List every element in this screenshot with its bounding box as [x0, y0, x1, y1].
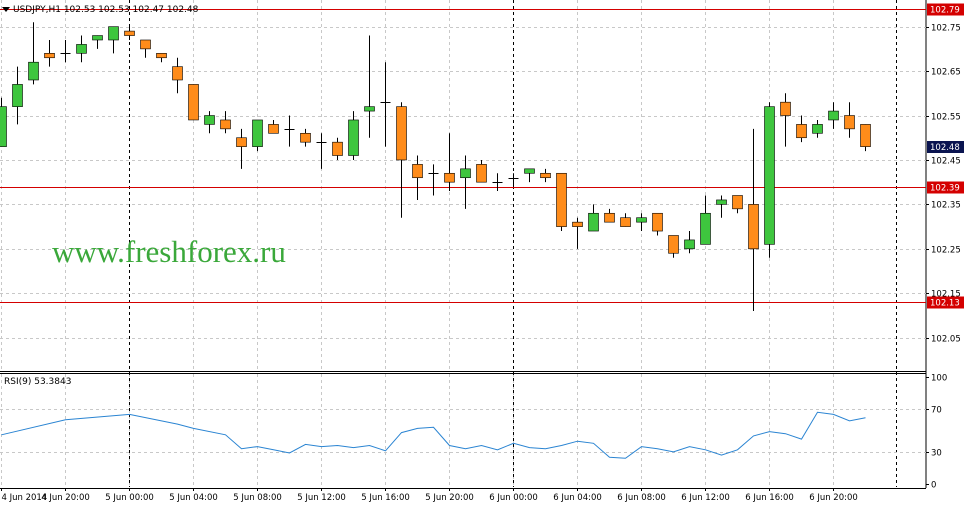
price-tick-label: 102.15 — [931, 290, 961, 300]
candle-body-bear — [652, 212, 663, 232]
price-pane[interactable] — [0, 0, 926, 371]
candle-body-bull — [716, 199, 727, 205]
candle-body-bear — [220, 119, 231, 130]
rsi-tick-label: 0 — [931, 481, 936, 491]
candle-body-bull — [588, 212, 599, 232]
time-tick-label: 5 Jun 04:00 — [169, 493, 218, 503]
price-tick-label: 102.55 — [931, 113, 961, 123]
candle-body-bear — [780, 101, 791, 116]
candle-body-bull — [12, 84, 23, 107]
candle-body-bear — [748, 204, 759, 250]
current-price-label: 102.48 — [930, 143, 960, 153]
price-tick-label: 102.45 — [931, 157, 961, 167]
candle-body-bear — [396, 106, 407, 161]
candle-body-bull — [0, 106, 7, 147]
price-chart[interactable]: www.freshforex.ru 102.79 102.39 102.13 102… — [0, 0, 967, 507]
candle-body-bear — [156, 53, 167, 59]
time-tick-label: 6 Jun 12:00 — [681, 493, 730, 503]
time-tick-label: 5 Jun 12:00 — [297, 493, 346, 503]
candle-body-bull — [28, 61, 39, 81]
candle-body-bull — [76, 44, 87, 54]
candle-body-bull — [204, 115, 215, 125]
candle-body-bull — [636, 217, 647, 223]
candle-body-bear — [140, 39, 151, 50]
chart-window[interactable]: www.freshforex.ru 102.79 102.39 102.13 102… — [0, 0, 967, 507]
price-tick-label: 102.05 — [931, 335, 961, 345]
candle[interactable] — [764, 102, 775, 258]
time-tick-label: 5 Jun 00:00 — [105, 493, 154, 503]
candle-body-bull — [700, 212, 711, 245]
candle-body-bear — [412, 164, 423, 179]
candle-body-bull — [364, 106, 375, 112]
candle-body-bear — [844, 115, 855, 130]
candle-body-bull — [348, 119, 359, 156]
candle-body-bear — [236, 137, 247, 147]
symbol-header: USDJPY,H1 102.53 102.53 102.47 102.48 — [13, 5, 199, 15]
rsi-header: RSI(9) 53.3843 — [4, 377, 71, 387]
candle-body-bear — [444, 172, 455, 183]
candle-body-bull — [252, 119, 263, 147]
candle-body-bull — [524, 168, 535, 174]
candle-body-bull — [92, 35, 103, 41]
candle-body-bear — [188, 84, 199, 121]
candle-body-bear — [44, 53, 55, 59]
time-tick-label: 5 Jun 20:00 — [425, 493, 474, 503]
candle-body-bear — [620, 217, 631, 227]
candle-body-bear — [860, 124, 871, 147]
candle-body-bull — [764, 106, 775, 245]
time-tick-label: 5 Jun 08:00 — [233, 493, 282, 503]
price-tick-label: 102.65 — [931, 68, 961, 78]
candle-body-bear — [540, 172, 551, 179]
candle-body-bear — [172, 66, 183, 81]
candle-body-bull — [108, 26, 119, 41]
level-label: 102.13 — [930, 299, 960, 309]
rsi-tick-label: 70 — [931, 406, 942, 416]
time-tick-label: 6 Jun 04:00 — [553, 493, 602, 503]
candle[interactable] — [188, 84, 199, 121]
time-tick-label: 5 Jun 16:00 — [361, 493, 410, 503]
candle[interactable] — [556, 172, 567, 232]
price-tick-label: 102.25 — [931, 246, 961, 256]
time-tick-label: 6 Jun 08:00 — [617, 493, 666, 503]
candle-body-bear — [796, 124, 807, 139]
rsi-tick-label: 30 — [931, 449, 942, 459]
time-tick-label: 6 Jun 00:00 — [489, 493, 538, 503]
candle-body-bull — [684, 239, 695, 250]
candle-body-bear — [300, 132, 311, 143]
rsi-axis: 100 70 30 0 — [926, 374, 947, 491]
candle-body-bear — [732, 195, 743, 210]
watermark-text: www.freshforex.ru — [52, 234, 286, 269]
time-tick-label: 6 Jun 20:00 — [809, 493, 858, 503]
candle-body-bear — [604, 212, 615, 223]
rsi-pane[interactable] — [0, 373, 926, 488]
time-axis: 4 Jun 20144 Jun 20:00 5 Jun 00:00 5 Jun 04… — [1, 488, 858, 503]
time-tick-label: 6 Jun 16:00 — [745, 493, 794, 503]
candle-body-bear — [572, 221, 583, 227]
candle[interactable] — [252, 119, 263, 152]
price-tick-label: 102.35 — [931, 201, 961, 211]
candle-body-bear — [556, 172, 567, 227]
candle-body-bear — [668, 235, 679, 254]
candle-body-bull — [460, 168, 471, 179]
time-tick-label: 4 Jun 20:00 — [41, 493, 90, 503]
candle-body-bear — [476, 164, 487, 183]
candle-body-bull — [812, 124, 823, 134]
candle-body-bear — [268, 124, 279, 134]
level-label: 102.79 — [930, 6, 960, 16]
candle-body-bull — [828, 110, 839, 121]
candle-body-bear — [124, 30, 135, 36]
price-tick-label: 102.75 — [931, 24, 961, 34]
candle-body-bear — [332, 141, 343, 156]
rsi-tick-label: 100 — [931, 374, 947, 384]
level-label: 102.39 — [930, 184, 960, 194]
